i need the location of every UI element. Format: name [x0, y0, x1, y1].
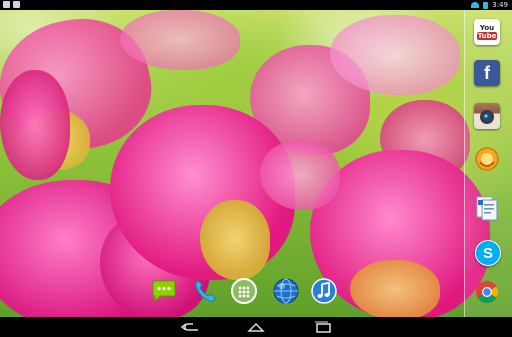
facebook-app-icon[interactable]: f [474, 60, 500, 86]
document-icon [476, 196, 498, 221]
chat-bubble-icon [152, 280, 176, 303]
youtube-label-tube: Tube [476, 32, 498, 40]
camera-lens-icon [480, 110, 494, 124]
skype-app-icon[interactable]: S [475, 240, 501, 266]
music-note-icon [311, 278, 337, 304]
recents-icon [315, 321, 331, 333]
chrome-logo-icon [476, 281, 498, 303]
gallery-icon [3, 1, 10, 8]
dock-divider [464, 10, 465, 317]
status-time: 3:49 [492, 1, 508, 9]
aim-running-man-icon [475, 147, 499, 171]
tulip-wallpaper [0, 10, 512, 317]
youtube-app-icon[interactable]: You Tube [474, 19, 500, 45]
app-drawer-button[interactable] [231, 278, 257, 304]
chrome-app-icon[interactable] [475, 280, 499, 304]
recents-button[interactable] [303, 317, 343, 337]
instagram-app-icon[interactable] [474, 103, 500, 129]
documents-app-icon[interactable] [474, 195, 500, 221]
facebook-label: f [484, 63, 490, 83]
globe-icon [273, 278, 299, 304]
messaging-app-icon[interactable] [151, 278, 177, 304]
apps-grid-icon [231, 278, 257, 304]
youtube-label-you: You [479, 24, 495, 32]
wifi-icon [471, 2, 480, 8]
browser-app-icon[interactable] [273, 278, 299, 304]
phone-app-icon[interactable] [192, 278, 218, 304]
music-app-icon[interactable] [311, 278, 337, 304]
home-screen: 3:49 You Tube f S [0, 0, 512, 337]
back-arrow-icon [180, 323, 198, 331]
mail-icon [13, 1, 20, 8]
navigation-bar [0, 317, 512, 337]
aim-app-icon[interactable] [474, 146, 500, 172]
status-bar: 3:49 [0, 0, 512, 10]
phone-handset-icon [195, 280, 216, 302]
battery-icon [483, 1, 489, 9]
skype-label: S [482, 244, 493, 262]
home-icon [247, 322, 265, 332]
home-button[interactable] [236, 317, 276, 337]
back-button[interactable] [170, 317, 210, 337]
